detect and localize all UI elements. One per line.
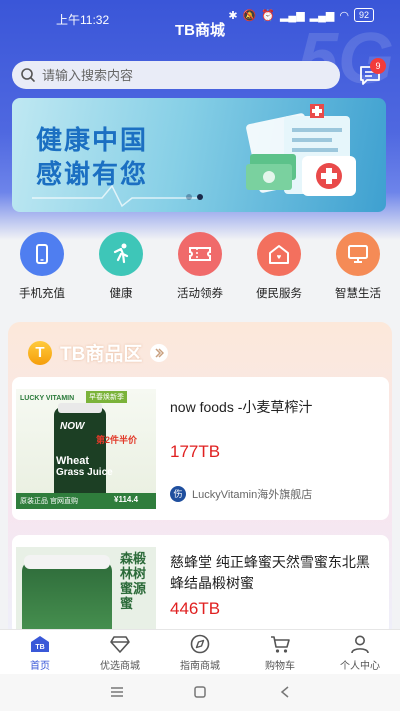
phone-icon <box>20 232 64 276</box>
runner-icon <box>99 232 143 276</box>
category-phone-recharge[interactable]: 手机充值 <box>7 232 77 301</box>
menu-icon[interactable] <box>110 686 124 698</box>
product-card[interactable]: 森椴林树蜜源蜜 慈蜂堂 纯正蜂蜜天然雪蜜东北黑蜂结晶椴树蜜 446TB <box>12 535 389 635</box>
category-smart-life[interactable]: 智慧生活 <box>323 232 393 301</box>
product-image: 森椴林树蜜源蜜 <box>16 547 156 635</box>
back-icon[interactable] <box>279 685 291 699</box>
carousel-dots <box>186 194 203 200</box>
category-health[interactable]: 健康 <box>86 232 156 301</box>
monitor-icon <box>336 232 380 276</box>
category-services[interactable]: 便民服务 <box>244 232 314 301</box>
product-card[interactable]: LUCKY VITAMIN 早春焕新季 NOW 第2件半价 Wheat Gras… <box>12 377 389 520</box>
category-coupons[interactable]: 活动领券 <box>165 232 235 301</box>
category-row: 手机充值 健康 活动领券 便民服务 智慧生活 <box>0 232 400 304</box>
tab-label: 指南商城 <box>180 661 220 672</box>
image-name1: Wheat <box>56 455 89 467</box>
shop-name: LuckyVitamin海外旗舰店 <box>192 489 313 501</box>
shop-info[interactable]: 伤 LuckyVitamin海外旗舰店 <box>170 486 312 502</box>
image-tag: 原装正品 官网直购 <box>20 498 78 505</box>
image-half-price: 第2件半价 <box>96 435 138 445</box>
image-brand: LUCKY VITAMIN <box>20 395 75 402</box>
image-price: ¥114.4 <box>114 495 139 504</box>
product-price: 177TB <box>170 442 221 461</box>
category-label: 智慧生活 <box>335 288 381 300</box>
compass-icon <box>160 633 240 655</box>
chevron-right-icon[interactable] <box>150 343 169 362</box>
tab-cart[interactable]: 购物车 <box>240 633 320 672</box>
system-navigation-bar <box>0 674 400 711</box>
image-side-text: 森椴林树蜜源蜜 <box>120 551 147 611</box>
product-title: 慈蜂堂 纯正蜂蜜天然雪蜜东北黑蜂结晶椴树蜜 <box>170 554 370 591</box>
zone-header[interactable]: T TB商品区 <box>28 339 169 366</box>
user-icon <box>320 633 400 655</box>
cart-icon <box>240 633 320 655</box>
search-bar[interactable] <box>12 61 340 89</box>
tab-label: 个人中心 <box>340 661 380 672</box>
tab-home[interactable]: TB 首页 <box>0 633 80 672</box>
diamond-icon <box>80 633 160 655</box>
category-label: 便民服务 <box>256 288 302 300</box>
search-icon <box>21 68 35 82</box>
image-brand2: NOW <box>60 421 85 432</box>
tab-profile[interactable]: 个人中心 <box>320 633 400 672</box>
app-title: TB商城 <box>175 22 225 39</box>
tab-label: 购物车 <box>265 661 295 672</box>
message-badge: 9 <box>370 58 386 74</box>
house-icon <box>257 232 301 276</box>
shop-logo-icon: 伤 <box>170 486 186 502</box>
svg-text:TB: TB <box>35 644 44 651</box>
tab-label: 首页 <box>30 661 50 672</box>
product-price: 446TB <box>170 599 221 618</box>
zone-badge-icon: T <box>28 340 52 365</box>
category-label: 手机充值 <box>19 288 65 300</box>
zone-title: TB商品区 <box>60 344 143 365</box>
search-input[interactable] <box>40 66 324 84</box>
image-name2: Grass Juice <box>56 467 113 478</box>
product-image: LUCKY VITAMIN 早春焕新季 NOW 第2件半价 Wheat Gras… <box>16 389 156 509</box>
image-promo: 早春焕新季 <box>86 391 127 403</box>
home-nav-icon[interactable] <box>193 685 207 699</box>
carousel-dot-active[interactable] <box>197 194 203 200</box>
home-icon: TB <box>0 633 80 655</box>
product-title: now foods -小麦草榨汁 <box>170 399 313 415</box>
category-label: 健康 <box>109 288 133 300</box>
category-label: 活动领券 <box>177 288 223 300</box>
tab-label: 优选商城 <box>100 661 140 672</box>
bottom-tab-bar: TB 首页 优选商城 指南商城 购物车 个人中心 <box>0 629 400 674</box>
tab-preferred-mall[interactable]: 优选商城 <box>80 633 160 672</box>
ticket-icon <box>178 232 222 276</box>
tab-guide-mall[interactable]: 指南商城 <box>160 633 240 672</box>
carousel-dot[interactable] <box>186 194 192 200</box>
